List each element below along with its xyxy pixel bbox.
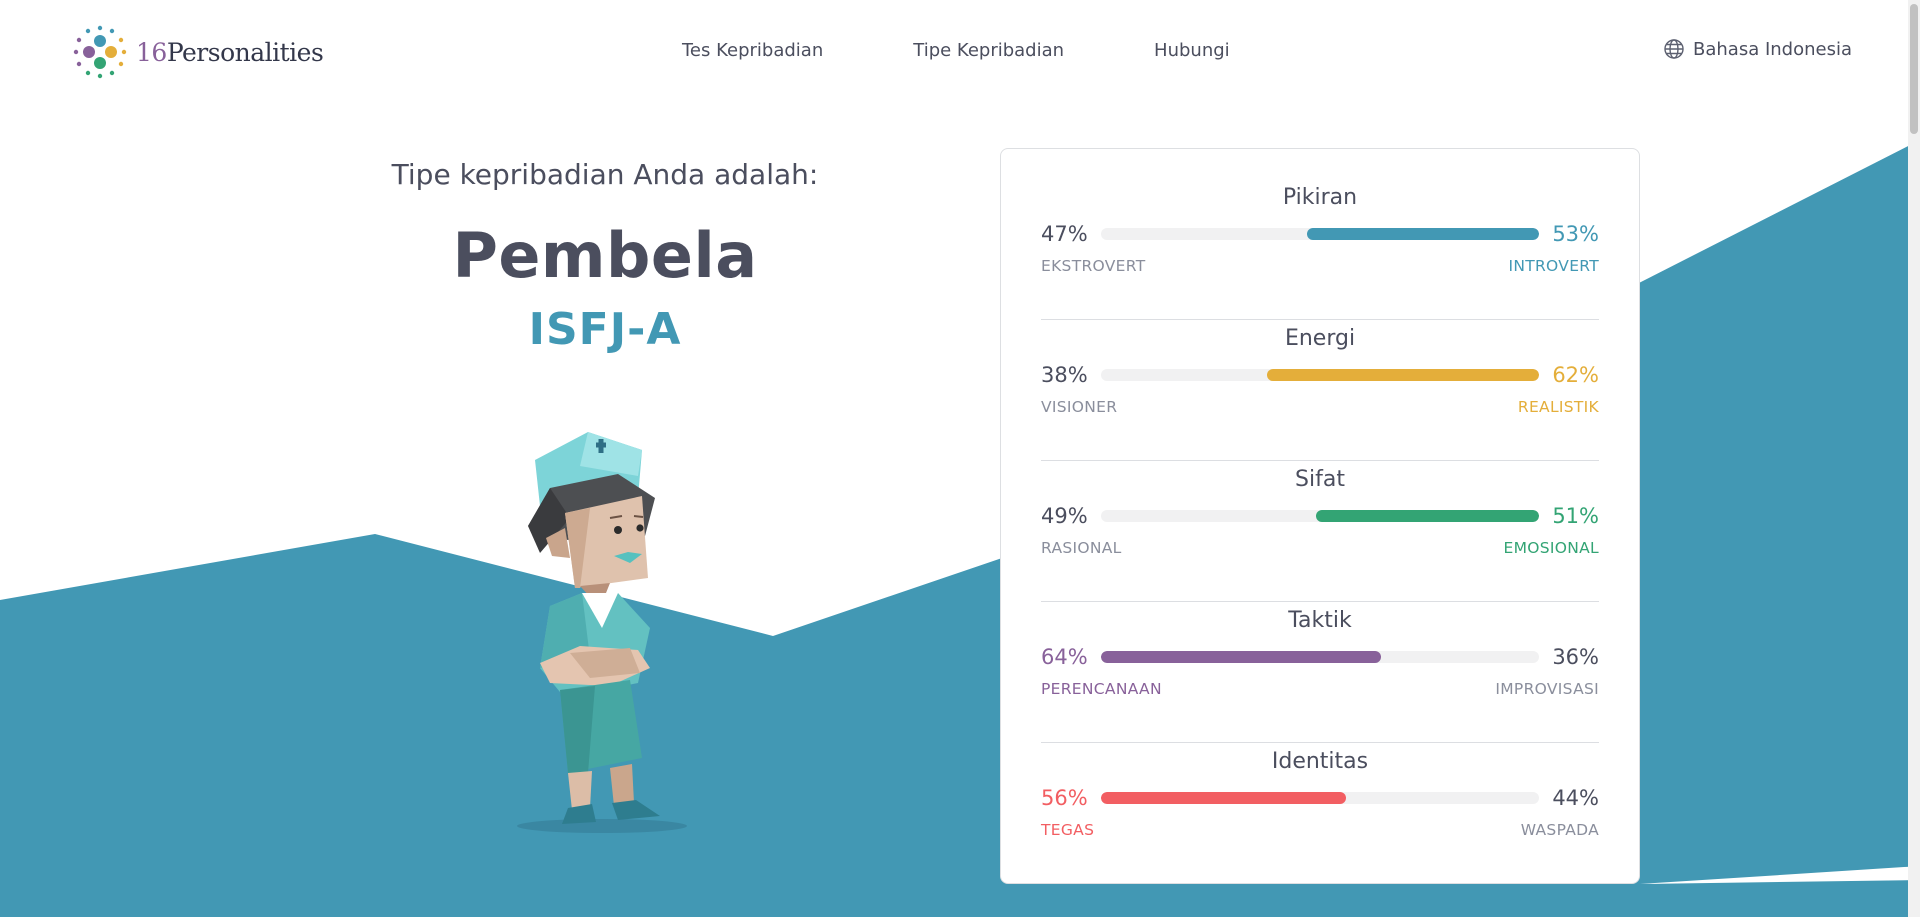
trait-labels: VISIONER REALISTIK [1041, 398, 1599, 416]
trait-bar-fill [1306, 228, 1539, 240]
page-scrollbar[interactable] [1908, 0, 1920, 917]
trait-right-percent: 44% [1552, 786, 1599, 810]
trait-labels: EKSTROVERT INTROVERT [1041, 257, 1599, 275]
trait-bar-row: 64% 36% [1041, 642, 1599, 672]
trait-title: Pikiran [1282, 185, 1358, 210]
trait-title: Sifat [1295, 467, 1345, 492]
result-summary: Tipe kepribadian Anda adalah: Pembela IS… [330, 150, 880, 355]
trait-left-percent: 56% [1041, 786, 1088, 810]
trait-left-percent: 47% [1041, 222, 1088, 246]
nav-link-hubungi[interactable]: Hubungi [1154, 40, 1230, 61]
personality-type-name: Pembela [452, 219, 758, 292]
trait-bar-fill [1315, 510, 1539, 522]
scrollbar-thumb[interactable] [1910, 4, 1918, 134]
trait-left-percent: 64% [1041, 645, 1088, 669]
trait-energi: Energi 38% 62% VISIONER REALISTIK [1041, 320, 1599, 461]
trait-bar [1101, 510, 1539, 522]
site-logo[interactable]: 16Personalities [72, 24, 324, 80]
trait-left-percent: 38% [1041, 363, 1088, 387]
language-label: Bahasa Indonesia [1693, 38, 1852, 60]
site-header: 16Personalities Tes Kepribadian Tipe Kep… [0, 0, 1920, 104]
personality-type-code: ISFJ-A [528, 304, 682, 355]
trait-bar-row: 38% 62% [1041, 360, 1599, 390]
trait-sifat: Sifat 49% 51% RASIONAL EMOSIONAL [1041, 461, 1599, 602]
globe-icon [1664, 39, 1684, 59]
main-nav: Tes Kepribadian Tipe Kepribadian Hubungi [682, 40, 1230, 61]
trait-pikiran: Pikiran 47% 53% EKSTROVERT INTROVERT [1041, 179, 1599, 320]
trait-left-label: TEGAS [1041, 821, 1095, 839]
trait-left-label: PERENCANAAN [1041, 680, 1162, 698]
trait-right-percent: 36% [1552, 645, 1599, 669]
trait-left-label: VISIONER [1041, 398, 1118, 416]
trait-left-label: EKSTROVERT [1041, 257, 1146, 275]
logo-word: Personalities [166, 37, 324, 67]
trait-right-percent: 51% [1552, 504, 1599, 528]
logo-dots-icon [73, 25, 127, 79]
trait-bar [1101, 228, 1539, 240]
trait-left-label: RASIONAL [1041, 539, 1122, 557]
trait-right-label: REALISTIK [1517, 398, 1599, 416]
trait-bar-fill [1101, 792, 1347, 804]
trait-right-label: INTROVERT [1508, 257, 1599, 275]
trait-bar [1101, 369, 1539, 381]
trait-bar-fill [1267, 369, 1539, 381]
result-intro: Tipe kepribadian Anda adalah: [391, 158, 819, 191]
trait-right-label: WASPADA [1520, 821, 1599, 839]
trait-title: Taktik [1288, 608, 1352, 633]
trait-title: Energi [1284, 326, 1356, 351]
logo-number: 16 [136, 37, 167, 67]
defender-character-illustration [517, 432, 687, 833]
trait-bar-row: 47% 53% [1041, 219, 1599, 249]
trait-labels: RASIONAL EMOSIONAL [1041, 539, 1599, 557]
trait-right-percent: 62% [1552, 363, 1599, 387]
trait-labels: TEGAS WASPADA [1041, 821, 1599, 839]
trait-left-percent: 49% [1041, 504, 1088, 528]
logo-wordmark: 16Personalities [136, 37, 324, 67]
language-selector[interactable]: Bahasa Indonesia [1663, 38, 1852, 60]
trait-bar-row: 49% 51% [1041, 501, 1599, 531]
trait-right-percent: 53% [1552, 222, 1599, 246]
trait-labels: PERENCANAAN IMPROVISASI [1041, 680, 1599, 698]
trait-right-label: EMOSIONAL [1503, 539, 1599, 557]
traits-card: Pikiran 47% 53% EKSTROVERT INTROVERT Energi 38… [1000, 148, 1640, 884]
trait-taktik: Taktik 64% 36% PERENCANAAN IMPROVISASI [1041, 602, 1599, 743]
trait-right-label: IMPROVISASI [1495, 680, 1599, 698]
trait-bar [1101, 792, 1539, 804]
nav-link-tipe-kepribadian[interactable]: Tipe Kepribadian [913, 40, 1064, 61]
trait-bar-row: 56% 44% [1041, 783, 1599, 813]
trait-identitas: Identitas 56% 44% TEGAS WASPADA [1041, 743, 1599, 884]
nav-link-tes-kepribadian[interactable]: Tes Kepribadian [682, 40, 823, 61]
trait-bar [1101, 651, 1539, 663]
trait-bar-fill [1101, 651, 1382, 663]
trait-title: Identitas [1271, 749, 1369, 774]
